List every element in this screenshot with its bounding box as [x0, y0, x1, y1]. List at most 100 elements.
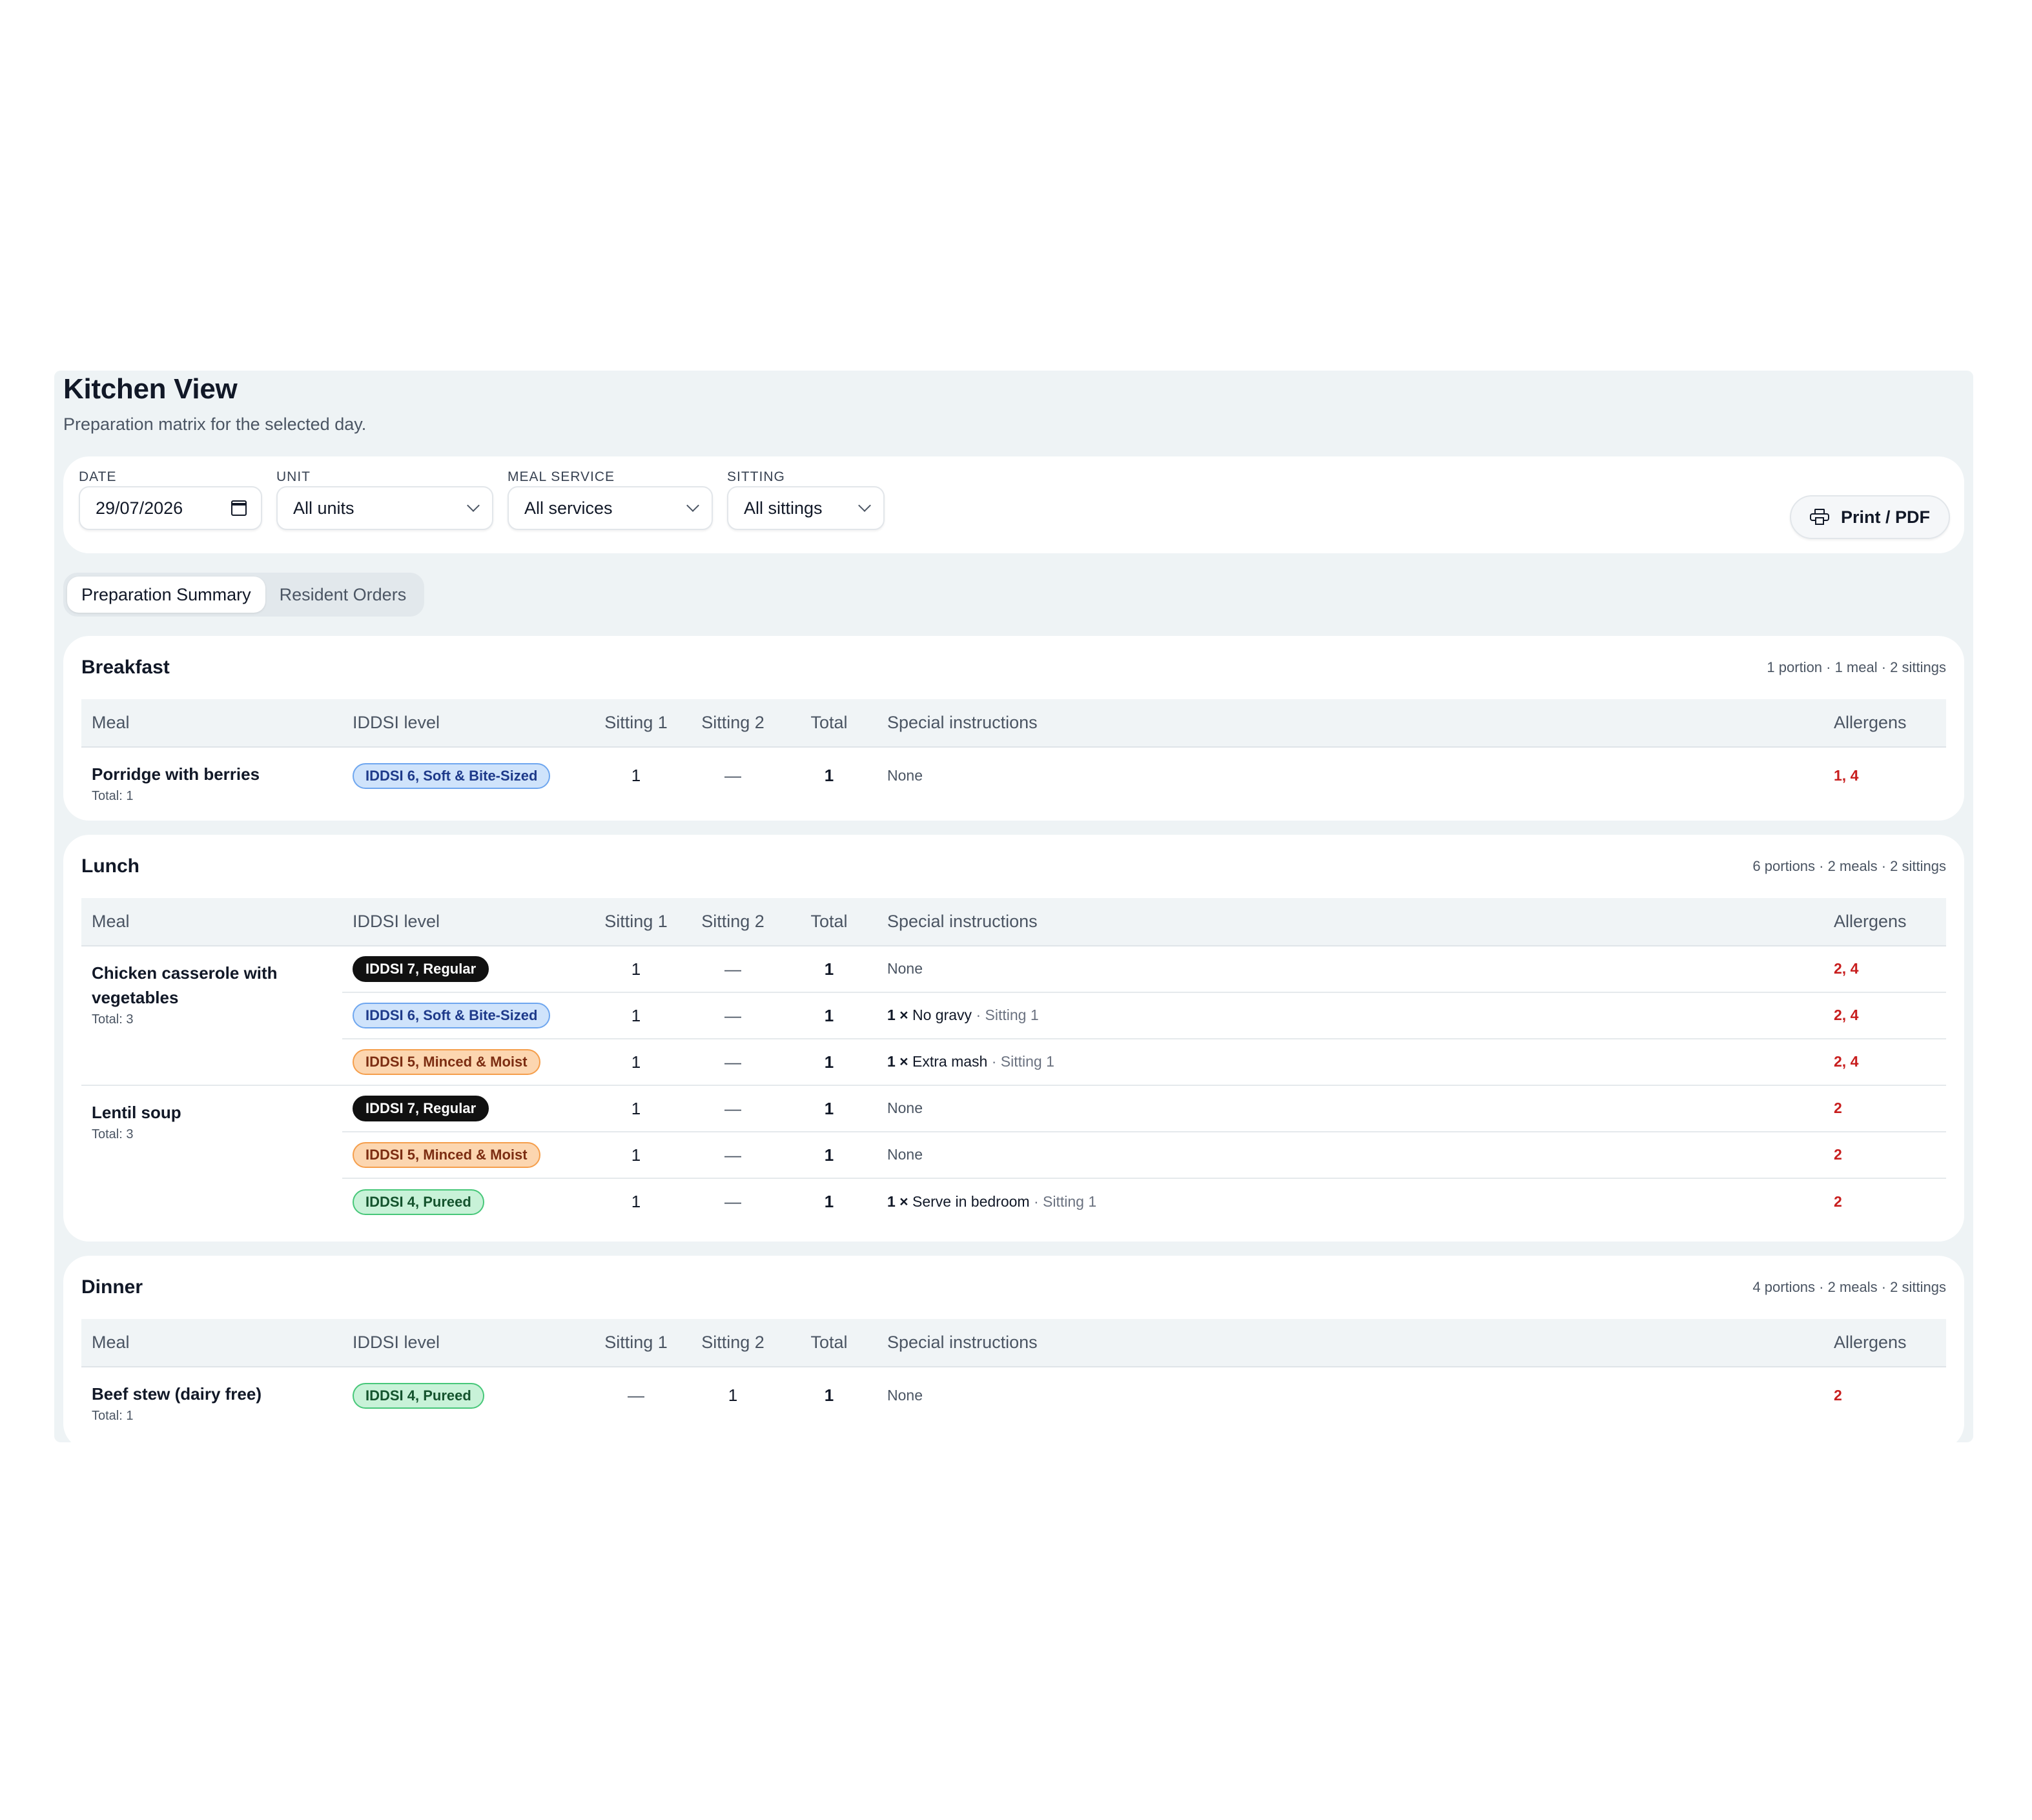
tab-preparation-summary[interactable]: Preparation Summary: [67, 577, 265, 613]
instruction-sitting: · Sitting 1: [991, 1053, 1054, 1070]
page-title: Kitchen View: [63, 373, 238, 405]
calendar-icon[interactable]: [231, 500, 247, 516]
sitting-select[interactable]: All sittings: [727, 486, 885, 530]
total-count: 1: [824, 1385, 834, 1405]
total-count: 1: [824, 1192, 834, 1211]
column-header-special-instructions: Special instructions: [877, 699, 1823, 748]
total-count: 1: [824, 766, 834, 785]
sitting-2-count: —: [724, 1145, 741, 1165]
chevron-down-icon: [858, 499, 871, 512]
section-card-breakfast: Breakfast 1 portion · 1 meal · 2 sittings…: [63, 636, 1964, 821]
page-subtitle: Preparation matrix for the selected day.: [63, 414, 367, 434]
table-row: Beef stew (dairy free) Total: 1 IDDSI 4, P…: [81, 1367, 1946, 1424]
sitting-1-count: 1: [631, 1192, 641, 1211]
table-header-row: Meal IDDSI level Sitting 1 Sitting 2 Total Sp…: [81, 1319, 1946, 1367]
unit-select[interactable]: All units: [276, 486, 493, 530]
column-header-iddsi-level: IDDSI level: [342, 699, 588, 748]
sitting-2-count: —: [724, 766, 741, 785]
column-header-iddsi-level: IDDSI level: [342, 1319, 588, 1367]
section-header: Lunch 6 portions · 2 meals · 2 sittings: [81, 835, 1946, 898]
sitting-2-cell: —: [684, 747, 781, 804]
iddsi-badge: IDDSI 7, Regular: [353, 956, 489, 982]
print-pdf-button[interactable]: Print / PDF: [1790, 495, 1950, 539]
section-title: Lunch: [81, 855, 139, 877]
meal-name: Chicken casserole with vegetables: [92, 963, 278, 1007]
instruction-sitting: · Sitting 1: [1033, 1192, 1097, 1210]
section-card-lunch: Lunch 6 portions · 2 meals · 2 sittings Me…: [63, 835, 1964, 1242]
sitting-2-cell: —: [684, 1038, 781, 1085]
section-header: Dinner 4 portions · 2 meals · 2 sittings: [81, 1256, 1946, 1319]
chevron-down-icon: [467, 499, 480, 512]
meal-name: Lentil soup: [92, 1103, 181, 1122]
total-cell: 1: [781, 747, 877, 804]
sitting-1-count: —: [628, 1385, 644, 1405]
date-filter: DATE 29/07/2026: [79, 469, 262, 553]
column-header-special-instructions: Special instructions: [877, 1319, 1823, 1367]
preparation-table: Meal IDDSI level Sitting 1 Sitting 2 Total Sp…: [81, 898, 1946, 1225]
total-count: 1: [824, 1052, 834, 1072]
instruction-text: No gravy: [912, 1007, 972, 1023]
sitting-2-cell: —: [684, 946, 781, 992]
section-card-dinner: Dinner 4 portions · 2 meals · 2 sittings M…: [63, 1256, 1964, 1442]
iddsi-badge: IDDSI 4, Pureed: [353, 1189, 484, 1215]
sitting-filter: SITTING All sittings: [727, 469, 885, 553]
tab-resident-orders[interactable]: Resident Orders: [265, 577, 421, 613]
sitting-2-cell: —: [684, 1085, 781, 1132]
sitting-label: SITTING: [727, 469, 785, 484]
instruction-text: Extra mash: [912, 1053, 988, 1070]
iddsi-cell: IDDSI 6, Soft & Bite-Sized: [342, 992, 588, 1039]
sitting-1-count: 1: [631, 959, 641, 979]
instruction-quantity: 1 ×: [887, 1053, 908, 1070]
meal-cell: Lentil soup Total: 3: [81, 1085, 342, 1225]
allergen-codes: 2: [1834, 1146, 1842, 1163]
filter-bar: DATE 29/07/2026 UNIT All units MEAL SERV…: [63, 456, 1964, 553]
section-title: Breakfast: [81, 657, 170, 678]
sitting-1-count: 1: [631, 1098, 641, 1118]
instructions-cell: None: [877, 946, 1823, 992]
iddsi-badge: IDDSI 4, Pureed: [353, 1382, 484, 1409]
instruction-text: None: [887, 1146, 923, 1163]
instruction-text: None: [887, 766, 923, 784]
sitting-2-cell: —: [684, 1131, 781, 1178]
total-cell: 1: [781, 1367, 877, 1424]
instructions-cell: None: [877, 747, 1823, 804]
total-cell: 1: [781, 1085, 877, 1132]
allergens-cell: 2, 4: [1823, 992, 1946, 1039]
total-cell: 1: [781, 992, 877, 1039]
instructions-cell: None: [877, 1367, 1823, 1424]
sitting-2-cell: —: [684, 992, 781, 1039]
meal-sections: Breakfast 1 portion · 1 meal · 2 sittings…: [63, 636, 1964, 1442]
table-row: IDDSI 5, Minced & Moist 1 — 1 1 × Extra mash…: [81, 1038, 1946, 1085]
table-header-row: Meal IDDSI level Sitting 1 Sitting 2 Total Sp…: [81, 898, 1946, 946]
allergen-codes: 2, 4: [1834, 1053, 1859, 1070]
total-count: 1: [824, 959, 834, 979]
meal-name: Beef stew (dairy free): [92, 1384, 262, 1404]
date-input[interactable]: 29/07/2026: [79, 486, 262, 530]
column-header-sitting-2: Sitting 2: [684, 1319, 781, 1367]
instruction-text: None: [887, 960, 923, 977]
date-value: 29/07/2026: [96, 498, 183, 518]
iddsi-cell: IDDSI 6, Soft & Bite-Sized: [342, 747, 588, 804]
iddsi-cell: IDDSI 7, Regular: [342, 1085, 588, 1132]
allergens-cell: 2: [1823, 1178, 1946, 1225]
sitting-1-cell: 1: [588, 747, 684, 804]
section-summary: 1 portion · 1 meal · 2 sittings: [1767, 659, 1946, 675]
printer-icon: [1809, 509, 1829, 526]
sitting-2-cell: 1: [684, 1367, 781, 1424]
iddsi-cell: IDDSI 5, Minced & Moist: [342, 1131, 588, 1178]
allergen-codes: 1, 4: [1834, 766, 1859, 784]
sitting-2-cell: —: [684, 1178, 781, 1225]
allergen-codes: 2, 4: [1834, 1007, 1859, 1023]
meal-service-select[interactable]: All services: [508, 486, 713, 530]
meal-total: Total: 3: [92, 1127, 134, 1141]
preparation-table: Meal IDDSI level Sitting 1 Sitting 2 Total Sp…: [81, 1319, 1946, 1424]
column-header-allergens: Allergens: [1823, 1319, 1946, 1367]
sitting-2-count: 1: [728, 1385, 738, 1405]
sitting-1-count: 1: [631, 1145, 641, 1165]
column-header-special-instructions: Special instructions: [877, 898, 1823, 946]
section-summary: 4 portions · 2 meals · 2 sittings: [1752, 1279, 1946, 1295]
instructions-cell: None: [877, 1085, 1823, 1132]
iddsi-badge: IDDSI 5, Minced & Moist: [353, 1142, 540, 1168]
sitting-1-cell: 1: [588, 1131, 684, 1178]
total-count: 1: [824, 1145, 834, 1165]
